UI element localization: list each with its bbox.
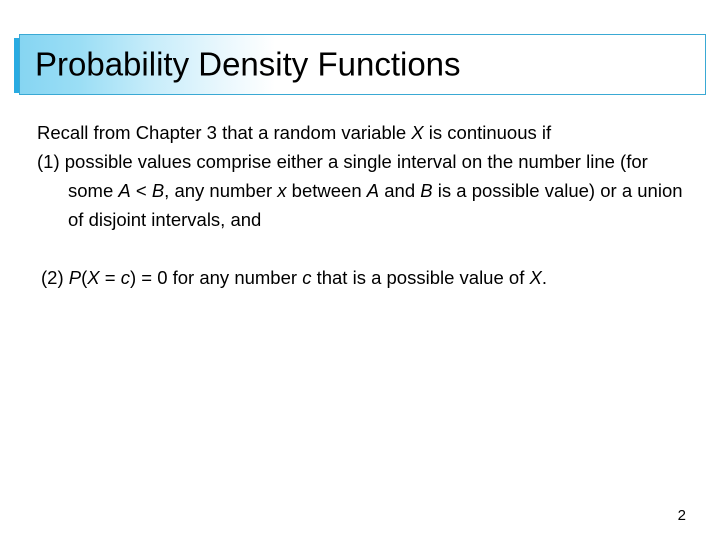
item2-text-4: that is a possible value of [311, 267, 530, 288]
item1-text-2: < [130, 180, 152, 201]
list-item-1: (1) possible values comprise either a si… [37, 147, 685, 234]
item1-text-4: between [286, 180, 367, 201]
item2-text-3: ) = 0 for any number [129, 267, 303, 288]
slide: Probability Density Functions Recall fro… [0, 0, 720, 540]
item1-var-B1: B [151, 180, 165, 201]
item1-text-5: and [379, 180, 421, 201]
item2-var-X1: X [87, 267, 100, 288]
item2-var-X2: X [529, 267, 542, 288]
item1-var-x: x [277, 180, 287, 201]
item1-text-3: , any number [164, 180, 278, 201]
spacer-between-items [37, 234, 685, 263]
slide-title-container: Probability Density Functions [14, 34, 706, 97]
item2-text-2: = [99, 267, 121, 288]
item1-var-A2: A [366, 180, 380, 201]
item2-marker: (2) [41, 267, 69, 288]
intro-text-1: Recall from Chapter 3 that a random vari… [37, 122, 412, 143]
item1-var-A1: A [118, 180, 131, 201]
intro-var-X: X [411, 122, 424, 143]
slide-body: Recall from Chapter 3 that a random vari… [37, 118, 685, 292]
intro-paragraph: Recall from Chapter 3 that a random vari… [37, 118, 685, 147]
list-item-2: (2) P(X = c) = 0 for any number c that i… [41, 263, 685, 292]
intro-text-2: is continuous if [423, 122, 552, 143]
title-box: Probability Density Functions [19, 34, 706, 95]
item1-marker: (1) [37, 151, 65, 172]
page-number: 2 [677, 507, 686, 524]
item2-text-5: . [541, 267, 547, 288]
page-title: Probability Density Functions [35, 45, 461, 83]
item2-var-P: P [68, 267, 82, 288]
item1-var-B2: B [420, 180, 433, 201]
item2-var-c1: c [120, 267, 130, 288]
